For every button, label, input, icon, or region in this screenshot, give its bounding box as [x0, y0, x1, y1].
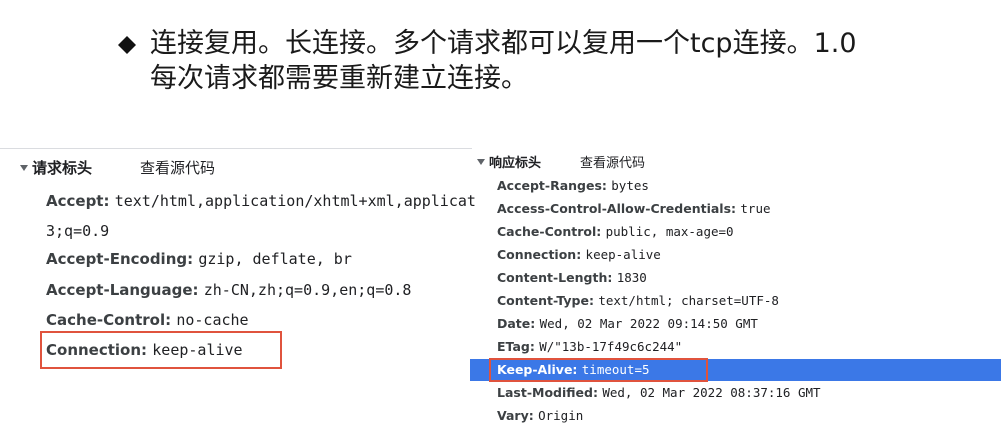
collapse-triangle-icon[interactable] — [20, 164, 28, 171]
collapse-triangle-icon[interactable] — [477, 158, 485, 165]
header-key: Accept-Ranges: — [497, 178, 612, 193]
request-header-row[interactable]: Accept: text/html,application/xhtml+xml,… — [46, 192, 476, 210]
header-key: Cache-Control: — [46, 311, 177, 329]
header-key: Vary: — [497, 408, 539, 423]
response-header-row[interactable]: Vary: Origin — [497, 408, 583, 423]
header-value: Wed, 02 Mar 2022 09:14:50 GMT — [539, 316, 758, 331]
view-source-link[interactable]: 查看源代码 — [140, 157, 215, 178]
header-value: 3;q=0.9 — [46, 222, 110, 240]
header-value: keep-alive — [585, 247, 661, 262]
view-source-link[interactable]: 查看源代码 — [580, 152, 645, 171]
header-key: Content-Length: — [497, 270, 617, 285]
header-value: bytes — [611, 178, 649, 193]
header-key: ETag: — [497, 339, 540, 354]
response-headers-panel: 响应标头 查看源代码 Accept-Ranges: bytes Access-C… — [470, 142, 1001, 435]
connection-highlight-box — [40, 331, 282, 369]
header-key: Content-Type: — [497, 293, 599, 308]
header-value: true — [740, 201, 771, 216]
response-header-row[interactable]: Content-Length: 1830 — [497, 270, 647, 285]
header-key: Date: — [497, 316, 540, 331]
response-header-row[interactable]: Date: Wed, 02 Mar 2022 09:14:50 GMT — [497, 316, 758, 331]
request-header-row[interactable]: Cache-Control: no-cache — [46, 311, 249, 329]
header-value: public, max-age=0 — [605, 224, 734, 239]
header-value: Origin — [538, 408, 584, 423]
slide-text-line-2: 每次请求都需要重新建立连接。 — [150, 63, 528, 94]
response-header-row[interactable]: Accept-Ranges: bytes — [497, 178, 649, 193]
response-header-row[interactable]: Cache-Control: public, max-age=0 — [497, 224, 734, 239]
header-key: Accept: — [46, 192, 115, 210]
header-key: Cache-Control: — [497, 224, 606, 239]
request-headers-header[interactable]: 请求标头 — [20, 157, 92, 178]
header-key: Last-Modified: — [497, 385, 603, 400]
header-value: gzip, deflate, br — [198, 250, 352, 268]
response-header-row[interactable]: Connection: keep-alive — [497, 247, 661, 262]
response-header-row[interactable]: Last-Modified: Wed, 02 Mar 2022 08:37:16… — [497, 385, 821, 400]
header-value: 1830 — [616, 270, 647, 285]
header-key: Connection: — [497, 247, 586, 262]
header-value: W/"13b-17f49c6c244" — [539, 339, 683, 354]
request-header-row[interactable]: Accept-Encoding: gzip, deflate, br — [46, 250, 352, 268]
diamond-bullet-icon — [118, 36, 136, 54]
header-key: Access-Control-Allow-Credentials: — [497, 201, 741, 216]
header-key: Accept-Language: — [46, 281, 204, 299]
slide-text-line-1: 连接复用。长连接。多个请求都可以复用一个tcp连接。1.0 — [150, 28, 857, 59]
response-header-row[interactable]: Access-Control-Allow-Credentials: true — [497, 201, 771, 216]
header-value: no-cache — [176, 311, 249, 329]
keep-alive-highlight-box — [489, 358, 708, 382]
response-headers-title: 响应标头 — [489, 156, 542, 171]
response-header-row[interactable]: ETag: W/"13b-17f49c6c244" — [497, 339, 682, 354]
request-headers-title: 请求标头 — [32, 159, 93, 177]
header-key: Accept-Encoding: — [46, 250, 199, 268]
header-value: text/html; charset=UTF-8 — [598, 293, 779, 308]
response-header-row[interactable]: Content-Type: text/html; charset=UTF-8 — [497, 293, 779, 308]
header-value: zh-CN,zh;q=0.9,en;q=0.8 — [203, 281, 412, 299]
header-value: Wed, 02 Mar 2022 08:37:16 GMT — [602, 385, 821, 400]
request-headers-panel: 请求标头 查看源代码 Accept: text/html,application… — [0, 148, 476, 436]
request-header-row[interactable]: 3;q=0.9 — [46, 222, 109, 240]
response-headers-header[interactable]: 响应标头 — [477, 152, 541, 171]
request-header-row[interactable]: Accept-Language: zh-CN,zh;q=0.9,en;q=0.8 — [46, 281, 411, 299]
header-value: text/html,application/xhtml+xml,applicat — [114, 192, 476, 210]
